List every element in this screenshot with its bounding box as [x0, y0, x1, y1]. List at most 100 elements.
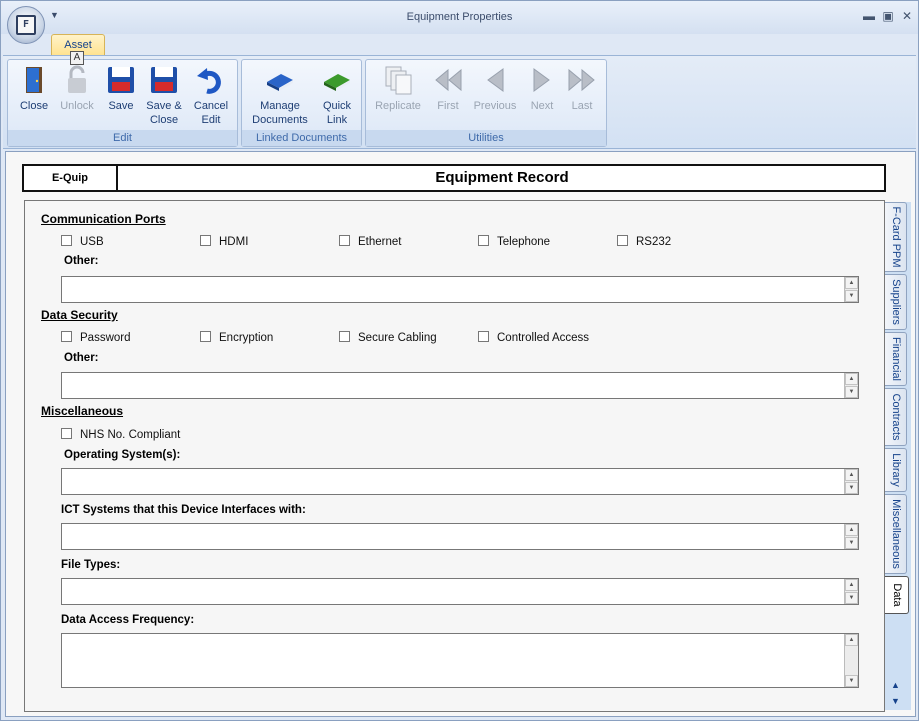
tab-label: Suppliers — [889, 279, 902, 325]
checkbox-encryption[interactable]: Encryption — [200, 331, 273, 344]
checkbox-ethernet[interactable]: Ethernet — [339, 235, 401, 248]
checkbox-box[interactable] — [61, 331, 72, 342]
checkbox-usb[interactable]: USB — [61, 235, 104, 248]
next-button[interactable]: Next — [524, 64, 560, 113]
scroll-down-icon[interactable]: ▼ — [845, 537, 858, 549]
checkbox-label: Telephone — [497, 236, 551, 248]
last-button[interactable]: Last — [564, 64, 600, 113]
undo-arrow-icon — [197, 68, 221, 94]
record-title: Equipment Record — [435, 169, 569, 186]
comm-other-field[interactable]: ▲ ▼ — [61, 276, 859, 303]
checkbox-box[interactable] — [61, 428, 72, 439]
cancel-edit-button[interactable]: Cancel Edit — [189, 64, 233, 127]
tab-label: Library — [889, 453, 902, 487]
save-close-label-1: Save & — [146, 100, 182, 112]
checkbox-rs232[interactable]: RS232 — [617, 235, 671, 248]
scrollbar[interactable]: ▲ ▼ — [844, 469, 858, 494]
save-and-close-button[interactable]: Save & Close — [142, 64, 186, 127]
checkbox-box[interactable] — [617, 235, 628, 246]
tabs-scroll-up-icon[interactable]: ▲ — [891, 680, 900, 690]
security-other-field[interactable]: ▲ ▼ — [61, 372, 859, 399]
minimize-icon[interactable]: ▬ — [861, 9, 877, 23]
checkbox-box[interactable] — [478, 235, 489, 246]
scroll-down-icon[interactable]: ▼ — [845, 290, 858, 302]
checkbox-nhs-compliant[interactable]: NHS No. Compliant — [61, 428, 180, 441]
scroll-down-icon[interactable]: ▼ — [845, 482, 858, 494]
maximize-icon[interactable]: ▣ — [880, 9, 896, 23]
file-types-field[interactable]: ▲ ▼ — [61, 578, 859, 605]
first-record-icon — [435, 68, 462, 92]
record-content: E-Quip Equipment Record Communication Po… — [5, 151, 916, 717]
scroll-up-icon[interactable]: ▲ — [845, 579, 858, 591]
checkbox-secure-cabling[interactable]: Secure Cabling — [339, 331, 437, 344]
checkbox-box[interactable] — [339, 331, 350, 342]
scroll-down-icon[interactable]: ▼ — [845, 386, 858, 398]
last-label-1: Last — [571, 100, 593, 112]
scroll-up-icon[interactable]: ▲ — [845, 277, 858, 289]
tab-contracts[interactable]: Contracts — [885, 388, 907, 446]
save-close-label-2: Close — [149, 114, 179, 126]
data-access-frequency-field[interactable]: ▲ ▼ — [61, 633, 859, 688]
operating-systems-field[interactable]: ▲ ▼ — [61, 468, 859, 495]
scroll-up-icon[interactable]: ▲ — [845, 469, 858, 481]
checkbox-telephone[interactable]: Telephone — [478, 235, 550, 248]
side-tab-strip: F-Card PPM Suppliers Financial Contracts… — [885, 202, 911, 710]
window-title: Equipment Properties — [406, 11, 513, 23]
first-label-1: First — [437, 100, 459, 112]
section-heading-miscellaneous: Miscellaneous — [41, 404, 124, 418]
replicate-button[interactable]: Replicate — [372, 64, 424, 113]
file-types-label: File Types: — [61, 559, 121, 571]
manage-docs-label-1: Manage — [260, 100, 300, 112]
section-heading-communication-ports: Communication Ports — [41, 212, 166, 226]
title-bar: ▼ Equipment Properties ▬ ▣ ✕ — [1, 1, 918, 34]
previous-button[interactable]: Previous — [470, 64, 520, 113]
tab-suppliers[interactable]: Suppliers — [885, 274, 907, 330]
application-menu-button[interactable]: F — [7, 6, 45, 44]
checkbox-box[interactable] — [339, 235, 350, 246]
checkbox-label: Controlled Access — [497, 332, 590, 344]
ribbon-group-utilities: Replicate First Previous Next Last Utili… — [365, 59, 607, 147]
previous-record-icon — [487, 68, 504, 92]
cancel-edit-label-1: Cancel — [193, 100, 229, 112]
unlock-button[interactable]: Unlock — [54, 64, 100, 113]
tab-library[interactable]: Library — [885, 448, 907, 492]
scrollbar[interactable]: ▲ ▼ — [844, 524, 858, 549]
manage-documents-button[interactable]: Manage Documents — [248, 64, 312, 127]
checkbox-box[interactable] — [478, 331, 489, 342]
checkbox-box[interactable] — [200, 235, 211, 246]
tab-miscellaneous[interactable]: Miscellaneous — [885, 494, 907, 574]
ict-systems-field[interactable]: ▲ ▼ — [61, 523, 859, 550]
checkbox-controlled-access[interactable]: Controlled Access — [478, 331, 589, 344]
save-button[interactable]: Save — [102, 64, 140, 113]
checkbox-hdmi[interactable]: HDMI — [200, 235, 248, 248]
tab-label: Miscellaneous — [889, 499, 902, 569]
checkbox-box[interactable] — [61, 235, 72, 246]
padlock-icon — [68, 65, 86, 93]
scrollbar[interactable]: ▲ ▼ — [844, 579, 858, 604]
tab-fcard-ppm[interactable]: F-Card PPM — [885, 202, 907, 272]
checkbox-box[interactable] — [200, 331, 211, 342]
app-logo-icon: F — [16, 15, 36, 35]
scroll-up-icon[interactable]: ▲ — [845, 524, 858, 536]
save-label-1: Save — [108, 100, 134, 112]
tabs-scroll-down-icon[interactable]: ▼ — [891, 696, 900, 706]
tab-label: Contracts — [889, 393, 902, 441]
close-window-icon[interactable]: ✕ — [899, 9, 915, 23]
scroll-up-icon[interactable]: ▲ — [845, 634, 858, 646]
scrollbar[interactable]: ▲ ▼ — [844, 373, 858, 398]
tab-financial[interactable]: Financial — [885, 332, 907, 386]
scrollbar[interactable]: ▲ ▼ — [844, 634, 858, 687]
checkbox-password[interactable]: Password — [61, 331, 131, 344]
scroll-down-icon[interactable]: ▼ — [845, 675, 858, 687]
ribbon-group-edit: Close Unlock Save Save & Close Cancel Ed… — [7, 59, 238, 147]
quick-link-button[interactable]: Quick Link — [316, 64, 358, 127]
application-window: ▼ Equipment Properties ▬ ▣ ✕ F Asset A C… — [0, 0, 919, 721]
scroll-down-icon[interactable]: ▼ — [845, 592, 858, 604]
scroll-up-icon[interactable]: ▲ — [845, 373, 858, 385]
close-button[interactable]: Close — [14, 64, 54, 113]
first-button[interactable]: First — [428, 64, 468, 113]
tab-data[interactable]: Data — [885, 576, 909, 614]
comm-other-label: Other: — [64, 255, 99, 267]
keytip-badge: A — [70, 51, 84, 65]
scrollbar[interactable]: ▲ ▼ — [844, 277, 858, 302]
